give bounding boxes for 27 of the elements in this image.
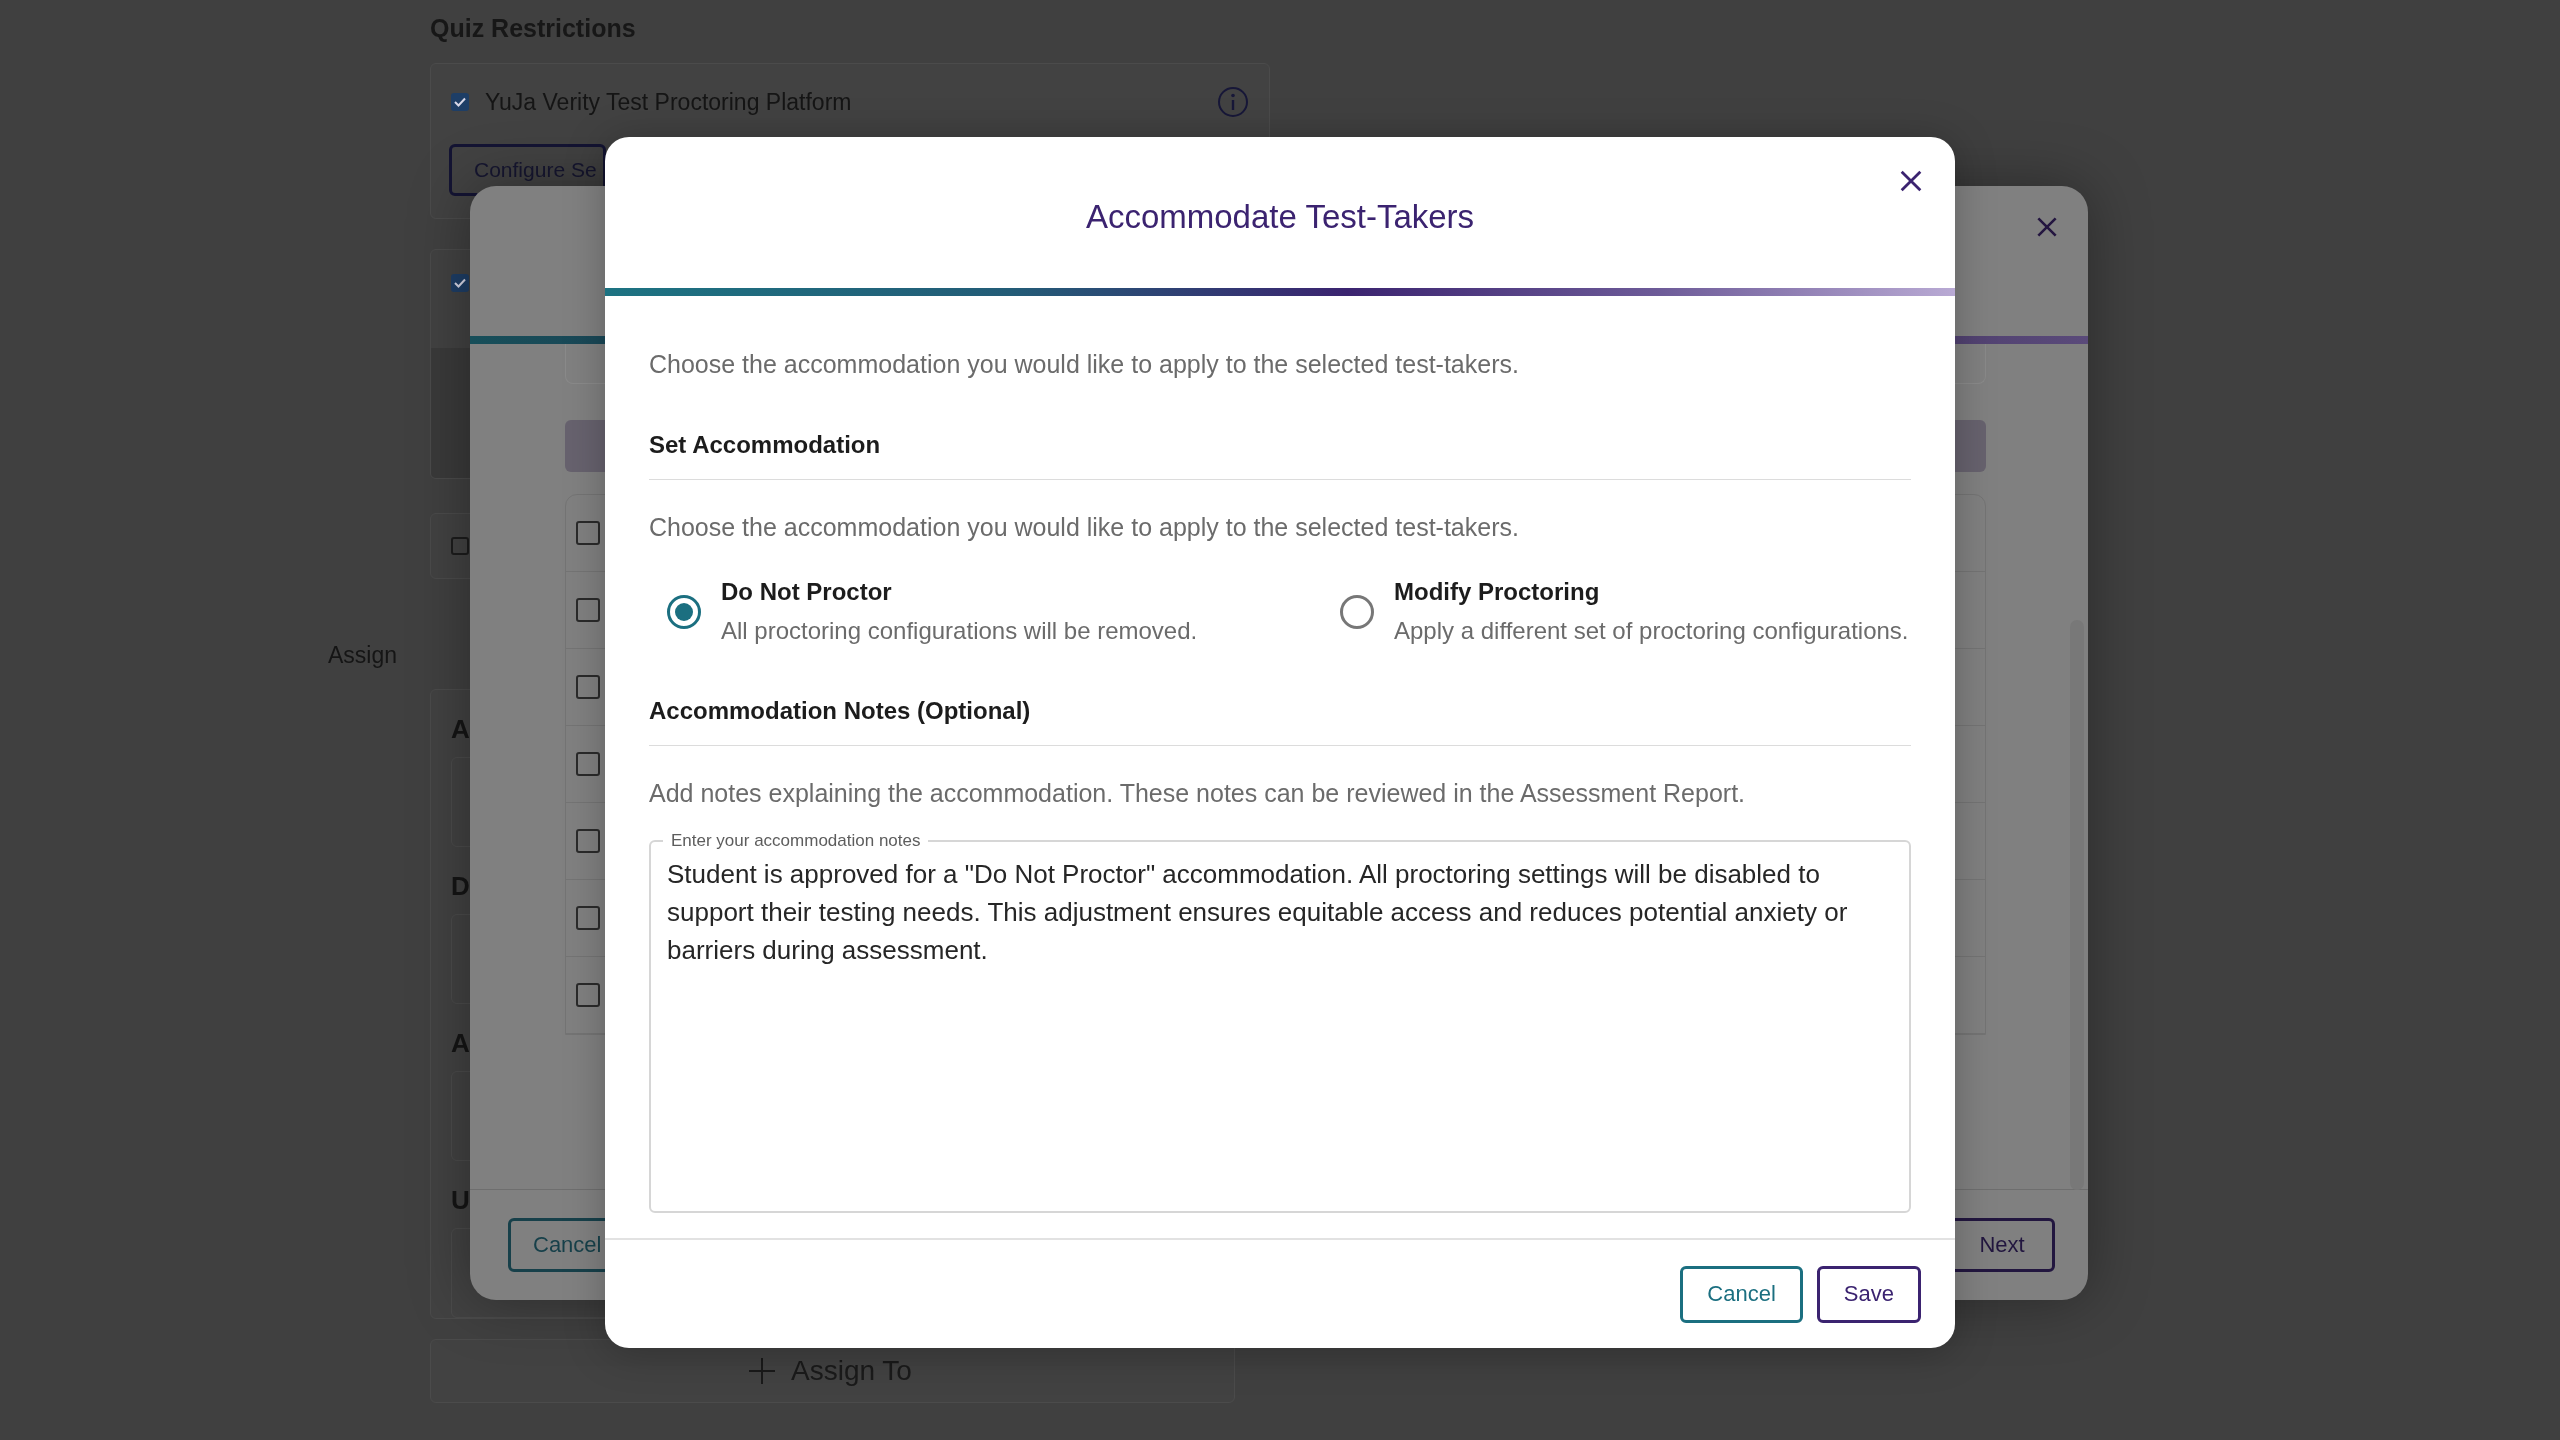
section-heading: Set Accommodation [649, 431, 1911, 480]
checkbox[interactable] [451, 93, 469, 111]
checkbox[interactable] [576, 675, 600, 699]
intro-text: Choose the accommodation you would like to apply to the selected test-takers. [649, 350, 1520, 379]
checkbox[interactable] [451, 274, 469, 292]
section-heading: Accommodation Notes (Optional) [649, 697, 1911, 746]
option-description: Apply a different set of proctoring configurations. [1394, 617, 1909, 645]
section-description: Add notes explaining the accommodation. These notes can be reviewed in the Assessment Report. [649, 779, 1747, 808]
option-description: All proctoring configurations will be removed. [721, 617, 1198, 645]
checkbox[interactable] [576, 521, 600, 545]
notes-field[interactable] [649, 831, 1911, 1213]
field-label: Enter your accommodation notes [670, 831, 922, 851]
checkbox[interactable] [576, 983, 600, 1007]
section-description: Choose the accommodation you would like to apply to the selected test-takers. [649, 513, 1520, 542]
save-button[interactable]: Save [1816, 1265, 1921, 1323]
plus-icon [747, 1356, 778, 1386]
option-title: Do Not Proctor [721, 578, 893, 606]
notes-text: Student is approved for a "Do Not Proctor" accommodation. All proctoring settings will be disabled to support their testing needs. This adjustment ensures equitable access and reduces potential anxiety or barriers during assessment. [667, 858, 1849, 967]
checkbox[interactable] [576, 829, 600, 853]
checkbox[interactable] [576, 752, 600, 776]
radio-button[interactable] [667, 594, 701, 629]
checkbox[interactable] [576, 906, 600, 930]
checkbox[interactable] [576, 598, 600, 622]
cancel-button[interactable]: Cancel [1680, 1265, 1803, 1323]
option-title: Modify Proctoring [1394, 578, 1601, 606]
dialog-title: Accommodate Test-Takers [1085, 197, 1475, 236]
radio-button[interactable] [1340, 594, 1374, 629]
